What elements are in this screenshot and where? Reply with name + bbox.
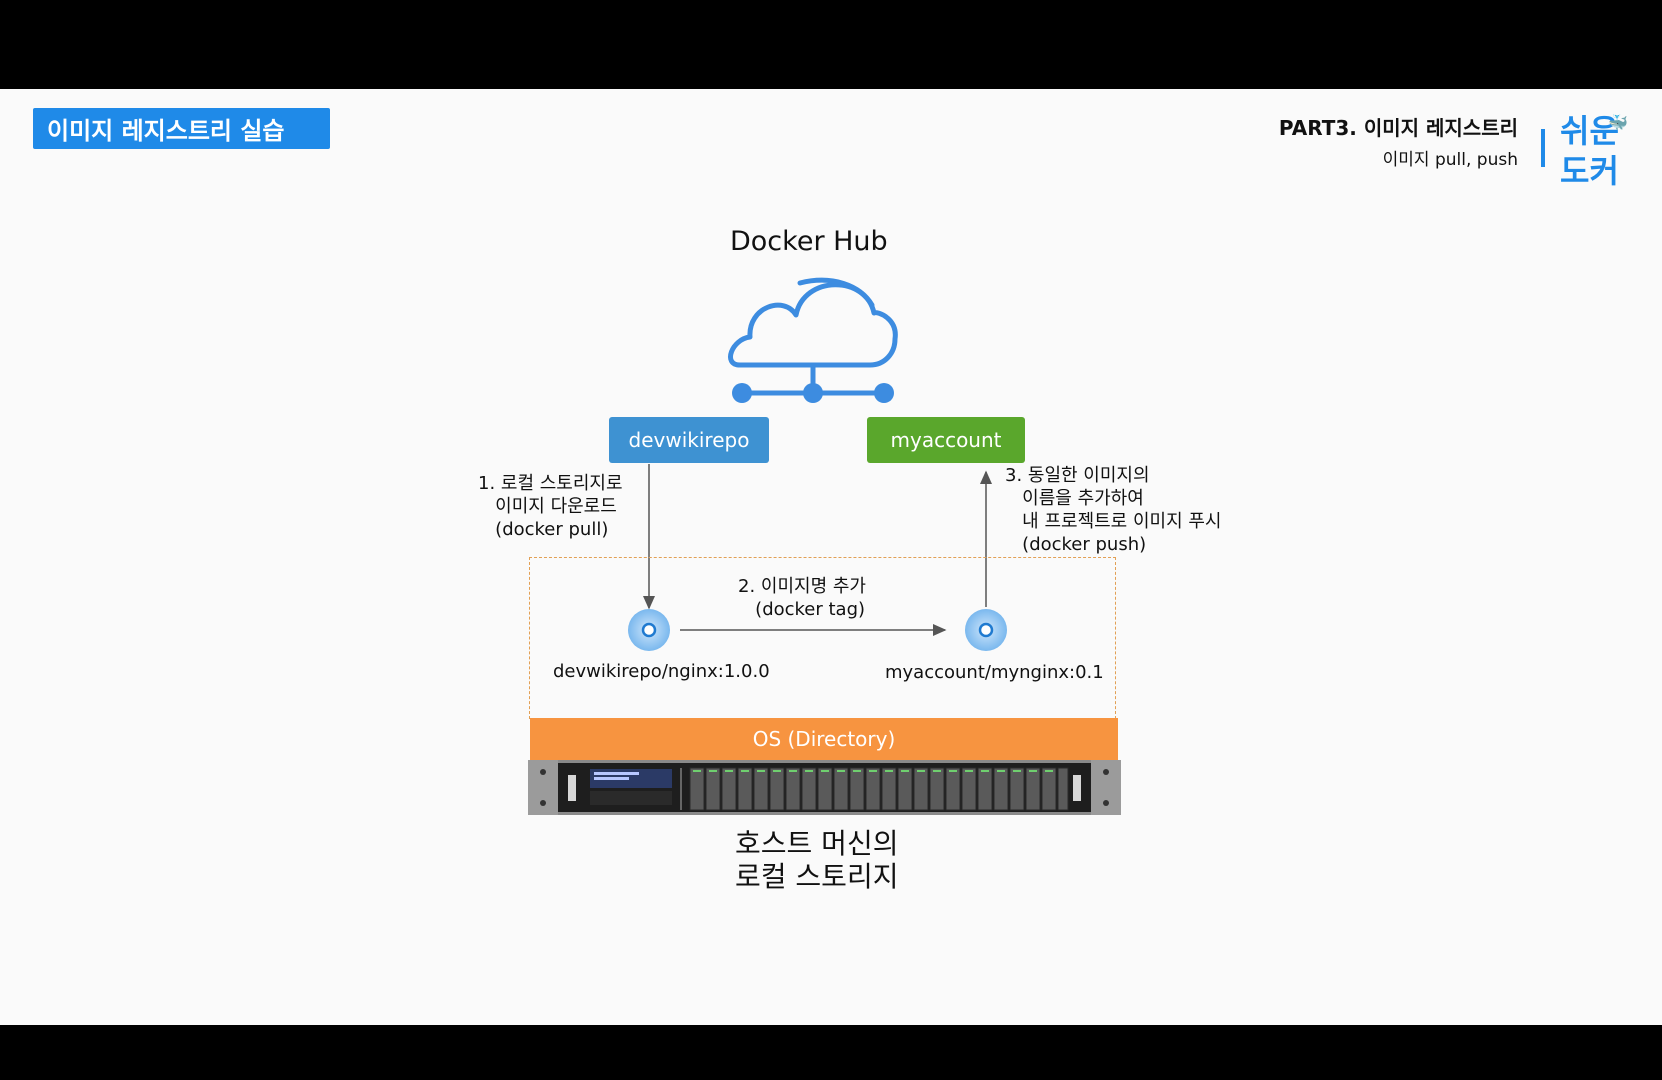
image-label-left: devwikirepo/nginx:1.0.0 — [553, 661, 770, 682]
hub-node-left — [732, 383, 752, 403]
repo-devwikirepo: devwikirepo — [609, 417, 769, 463]
part-subtitle: 이미지 pull, push — [1382, 150, 1518, 170]
cloud-icon — [728, 277, 898, 396]
hub-node-right — [874, 383, 894, 403]
brand-line-2: 도커 — [1560, 152, 1619, 190]
step-3-label: 3. 동일한 이미지의 이름을 추가하여 내 프로젝트로 이미지 푸시 (doc… — [1005, 465, 1222, 555]
slide: 이미지 레지스트리 실습 PART3. 이미지 레지스트리 이미지 pull, … — [0, 89, 1662, 1025]
step-2-label: 2. 이미지명 추가 (docker tag) — [738, 576, 866, 620]
whale-icon: 🐳 — [1608, 113, 1628, 132]
section-badge: 이미지 레지스트리 실습 — [33, 108, 330, 149]
host-storage-label: 호스트 머신의 로컬 스토리지 — [735, 827, 899, 893]
repo-myaccount: myaccount — [867, 417, 1025, 463]
brand-logo: 🐳 쉬운 도커 — [1560, 111, 1660, 191]
part-title: PART3. 이미지 레지스트리 — [1278, 116, 1518, 140]
brand-divider — [1541, 129, 1545, 167]
server-rack-icon — [528, 760, 1121, 815]
docker-hub-title: Docker Hub — [730, 226, 888, 257]
step-1-label: 1. 로컬 스토리지로 이미지 다운로드 (docker pull) — [478, 473, 623, 540]
os-directory-bar: OS (Directory) — [530, 718, 1118, 760]
hub-node-center — [803, 383, 823, 403]
image-label-right: myaccount/mynginx:0.1 — [885, 662, 1104, 683]
